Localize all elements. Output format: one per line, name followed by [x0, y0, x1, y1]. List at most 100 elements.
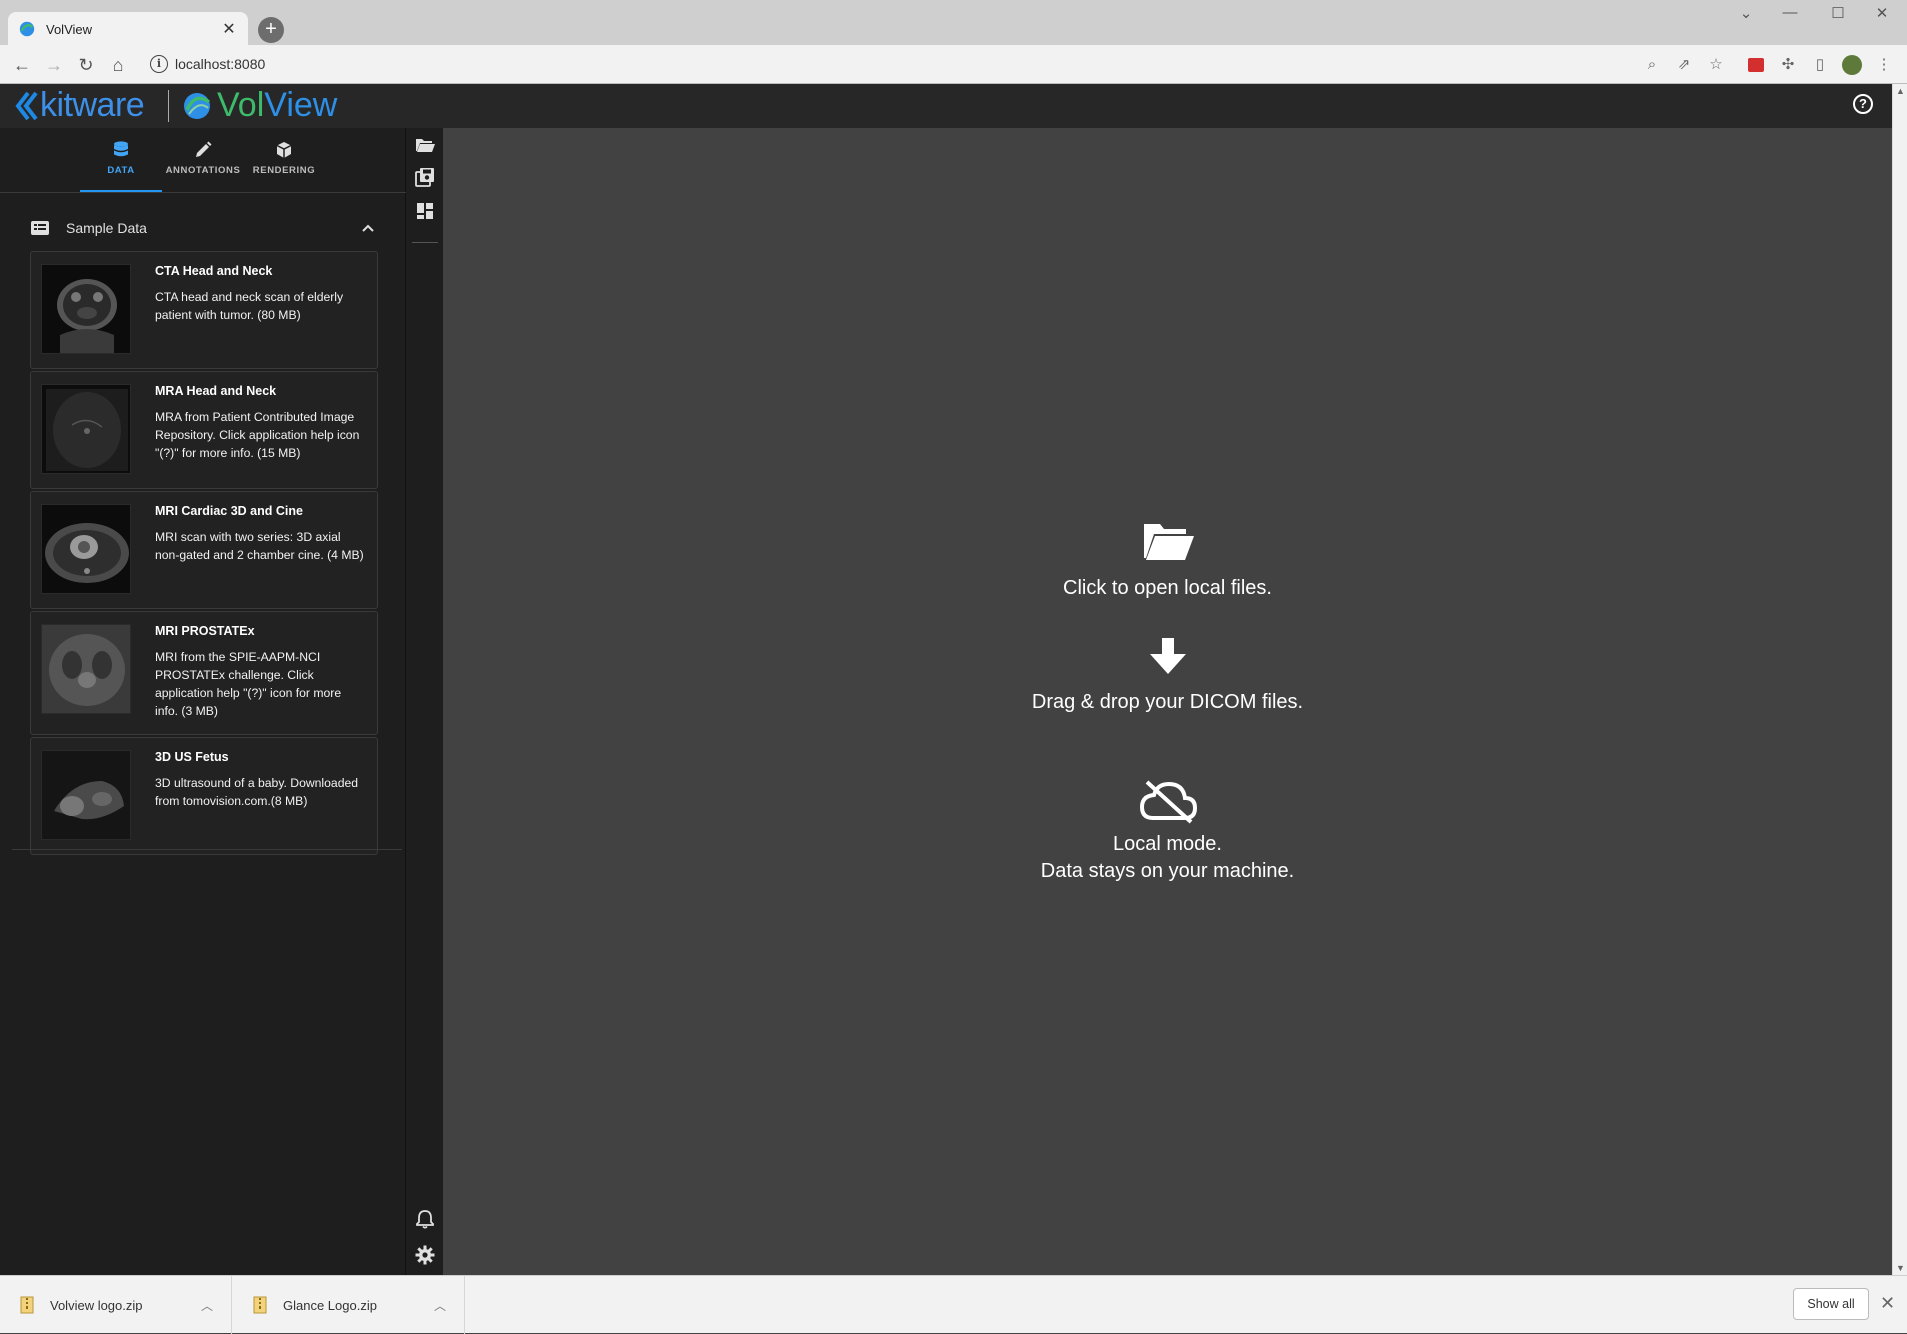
sample-thumbnail [41, 624, 131, 714]
download-item[interactable]: Glance Logo.zip ︿ [233, 1276, 465, 1334]
sample-data-title: Sample Data [66, 220, 147, 236]
sample-thumbnail [41, 264, 131, 354]
tab-close-icon[interactable]: ✕ [220, 19, 238, 39]
arrow-down-icon [1149, 638, 1186, 674]
volview-wordmark-view: View [264, 86, 338, 124]
site-info-icon[interactable]: i [150, 55, 168, 73]
sample-thumbnail [41, 504, 131, 594]
volview-favicon-icon [19, 21, 35, 37]
tool-divider [412, 242, 438, 243]
profile-avatar[interactable] [1842, 55, 1862, 75]
reload-icon[interactable]: ↻ [74, 53, 98, 77]
sample-description: CTA head and neck scan of elderly patien… [155, 290, 344, 322]
downloads-bar: Volview logo.zip ︿ Glance Logo.zip ︿ Sho… [0, 1275, 1907, 1334]
pencil-icon [196, 141, 212, 157]
app-header: kitware VolView ? [0, 84, 1892, 128]
sample-thumbnail [41, 750, 131, 840]
chevron-up-icon[interactable]: ︿ [201, 1297, 213, 1314]
minimize-icon[interactable]: — [1770, 4, 1810, 21]
sample-card-prostatex[interactable]: MRI PROSTATEx MRI from the SPIE-AAPM-NCI… [30, 611, 378, 735]
volview-logo[interactable]: VolView [181, 86, 337, 125]
window-close-icon[interactable]: ✕ [1862, 4, 1902, 22]
chevron-up-icon[interactable]: ︿ [434, 1297, 446, 1314]
download-filename: Glance Logo.zip [283, 1297, 377, 1313]
open-folder-icon[interactable] [414, 134, 436, 156]
cloud-off-icon [1139, 780, 1197, 824]
sample-description: MRI scan with two series: 3D axial non-g… [155, 530, 364, 562]
sample-description: 3D ultrasound of a baby. Downloaded from… [155, 776, 359, 808]
browser-tab[interactable]: VolView ✕ [8, 12, 248, 46]
data-drop-zone[interactable]: Click to open local files. Drag & drop y… [443, 128, 1892, 1275]
open-files-prompt[interactable]: Click to open local files. [443, 520, 1892, 600]
sample-description: MRI from the SPIE-AAPM-NCI PROSTATEx cha… [155, 650, 342, 718]
logo-divider [168, 90, 169, 122]
save-session-icon[interactable] [414, 166, 436, 188]
local-mode-text: Local mode. [1113, 833, 1222, 855]
open-files-text: Click to open local files. [1063, 577, 1272, 599]
sample-card-cta[interactable]: CTA Head and Neck CTA head and neck scan… [30, 251, 378, 369]
tab-rendering-label: RENDERING [252, 165, 316, 176]
sample-title: CTA Head and Neck [155, 264, 273, 278]
data-privacy-text: Data stays on your machine. [1040, 860, 1295, 882]
forward-icon[interactable]: → [42, 53, 66, 77]
chevron-up-icon[interactable] [360, 220, 376, 236]
address-bar[interactable]: localhost:8080 [175, 56, 265, 72]
drag-drop-prompt: Drag & drop your DICOM files. [443, 636, 1892, 714]
notifications-bell-icon[interactable] [414, 1208, 436, 1230]
browser-menu-icon[interactable]: ⋮ [1874, 55, 1894, 75]
browser-titlebar: VolView ✕ + ⌄ — ☐ ✕ [0, 0, 1907, 46]
extension-red-icon[interactable] [1746, 55, 1766, 75]
maximize-icon[interactable]: ☐ [1818, 4, 1858, 22]
back-icon[interactable]: ← [10, 53, 34, 77]
zip-file-icon [253, 1296, 267, 1314]
sample-title: MRI Cardiac 3D and Cine [155, 504, 303, 518]
zoom-icon[interactable]: ⌕ [1642, 55, 1662, 75]
tab-annotations-label: ANNOTATIONS [165, 165, 241, 176]
sample-thumbnail [41, 384, 131, 474]
scroll-up-icon[interactable]: ▲ [1896, 86, 1905, 96]
bookmark-star-icon[interactable]: ☆ [1706, 55, 1726, 75]
close-downloads-icon[interactable]: ✕ [1880, 1293, 1895, 1314]
volview-swirl-icon [184, 92, 211, 119]
drag-drop-text: Drag & drop your DICOM files. [1031, 691, 1304, 713]
volview-wordmark-vol: Vol [217, 86, 265, 124]
show-all-button[interactable]: Show all [1793, 1288, 1869, 1320]
sample-card-cardiac[interactable]: MRI Cardiac 3D and Cine MRI scan with tw… [30, 491, 378, 609]
tab-annotations[interactable]: ANNOTATIONS [162, 136, 244, 192]
kitware-chevron-icon [15, 91, 38, 120]
tool-strip [406, 128, 443, 1275]
side-panel-icon[interactable]: ▯ [1810, 55, 1830, 75]
scroll-down-icon[interactable]: ▼ [1896, 1263, 1905, 1273]
page-scrollbar[interactable]: ▲ ▼ [1892, 84, 1907, 1275]
sample-description: MRA from Patient Contributed Image Repos… [155, 410, 360, 460]
tab-data[interactable]: DATA [80, 136, 162, 192]
browser-toolbar: ← → ↻ ⌂ i localhost:8080 ⌕ ⇗ ☆ ✣ ▯ ⋮ [0, 45, 1907, 84]
tab-search-icon[interactable]: ⌄ [1726, 4, 1766, 22]
sample-title: MRI PROSTATEx [155, 624, 255, 638]
cube-icon [276, 142, 292, 158]
download-filename: Volview logo.zip [50, 1297, 143, 1313]
layout-grid-icon[interactable] [414, 200, 436, 222]
sample-title: 3D US Fetus [155, 750, 229, 764]
kitware-logo[interactable]: kitware [14, 86, 145, 125]
download-item[interactable]: Volview logo.zip ︿ [0, 1276, 232, 1334]
sample-card-fetus[interactable]: 3D US Fetus 3D ultrasound of a baby. Dow… [30, 737, 378, 855]
tab-title: VolView [46, 21, 93, 37]
database-icon [114, 141, 128, 157]
open-folder-icon [1143, 524, 1194, 560]
sample-card-mra[interactable]: MRA Head and Neck MRA from Patient Contr… [30, 371, 378, 489]
module-tabs: DATA ANNOTATIONS RENDERING [0, 128, 406, 192]
extensions-puzzle-icon[interactable]: ✣ [1778, 55, 1798, 75]
home-icon[interactable]: ⌂ [106, 53, 130, 77]
local-mode-notice: Local mode. Data stays on your machine. [443, 778, 1892, 883]
tab-rendering[interactable]: RENDERING [243, 136, 325, 192]
sample-data-list: CTA Head and Neck CTA head and neck scan… [30, 251, 378, 857]
sample-title: MRA Head and Neck [155, 384, 277, 398]
new-tab-button[interactable]: + [258, 17, 284, 43]
tabs-divider [0, 192, 406, 193]
help-icon[interactable]: ? [1853, 94, 1873, 114]
list-box-icon [31, 221, 49, 235]
share-icon[interactable]: ⇗ [1674, 55, 1694, 75]
settings-gear-icon[interactable] [414, 1244, 436, 1266]
sample-data-header[interactable]: Sample Data [12, 203, 382, 253]
